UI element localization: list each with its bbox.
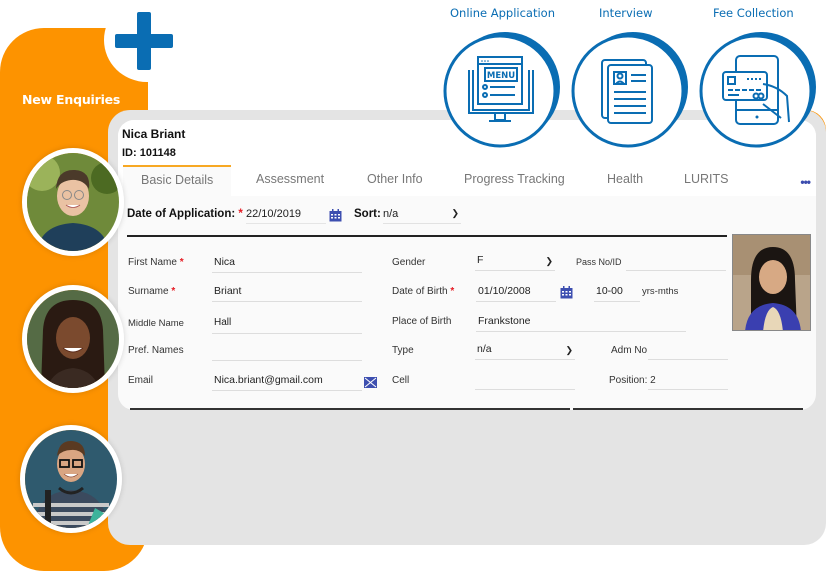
student-form-card: Nica Briant ID: 101148 Basic Details Ass… xyxy=(118,120,816,410)
avatar-student-2-image xyxy=(27,290,119,388)
date-of-birth-label: Date of Birth * xyxy=(392,286,455,297)
student-id: ID: 101148 xyxy=(122,147,176,159)
type-select[interactable]: n/a ❯ xyxy=(475,342,575,360)
pref-names-input[interactable] xyxy=(212,343,362,361)
tab-basic-details[interactable]: Basic Details xyxy=(123,165,232,196)
interview-label: Interview xyxy=(599,6,653,20)
required-mark: * xyxy=(238,208,243,220)
chevron-down-icon: ❯ xyxy=(451,208,459,218)
place-of-birth-input[interactable]: Frankstone xyxy=(476,314,686,332)
place-of-birth-label: Place of Birth xyxy=(392,316,452,327)
email-label: Email xyxy=(128,375,154,386)
pref-names-label: Pref. Names xyxy=(128,345,184,356)
header-divider xyxy=(127,235,727,237)
tab-bar: Basic Details Assessment Other Info Prog… xyxy=(123,165,816,196)
first-name-label: First Name * xyxy=(128,257,184,268)
sort-label: Sort: xyxy=(354,208,381,220)
sort-select[interactable]: n/a ❯ xyxy=(383,208,461,224)
online-application-label: Online Application xyxy=(450,6,556,20)
date-of-application-label: Date of Application: * xyxy=(127,208,243,220)
form-bottom-border xyxy=(573,408,803,410)
tab-assessment[interactable]: Assessment xyxy=(256,165,324,196)
middle-name-label: Middle Name xyxy=(128,318,184,329)
age-unit-label: yrs-mths xyxy=(642,286,679,297)
gender-select[interactable]: F ❯ xyxy=(475,253,555,271)
surname-input[interactable]: Briant xyxy=(212,284,362,302)
pass-no-label: Pass No/ID xyxy=(576,257,622,267)
chevron-down-icon: ❯ xyxy=(545,256,553,266)
middle-name-input[interactable]: Hall xyxy=(212,316,362,334)
student-photo-image xyxy=(733,235,810,330)
surname-label: Surname * xyxy=(128,286,176,297)
student-name: Nica Briant xyxy=(122,127,186,141)
profile-document-icon[interactable] xyxy=(571,30,689,148)
student-photo[interactable] xyxy=(732,234,811,331)
form-bottom-border xyxy=(130,408,570,410)
gender-label: Gender xyxy=(392,257,426,268)
email-input[interactable]: Nica.briant@gmail.com xyxy=(212,373,362,391)
cell-label: Cell xyxy=(392,375,410,386)
pass-no-input[interactable] xyxy=(626,253,726,271)
tab-progress-tracking[interactable]: Progress Tracking xyxy=(464,165,565,196)
svg-text:MENU: MENU xyxy=(487,71,515,81)
plus-icon[interactable] xyxy=(115,12,175,72)
cell-input[interactable] xyxy=(475,372,575,390)
avatar-student-2[interactable] xyxy=(22,285,124,393)
tab-other-info[interactable]: Other Info xyxy=(367,165,423,196)
card-payment-icon[interactable] xyxy=(699,30,817,148)
new-enquiries-title: New Enquiries xyxy=(22,92,121,107)
type-label: Type xyxy=(392,345,414,356)
adm-no-label: Adm No xyxy=(611,345,648,356)
date-of-birth-input[interactable]: 01/10/2008 xyxy=(476,284,556,302)
tab-lurits[interactable]: LURITS xyxy=(684,165,728,196)
mail-icon[interactable] xyxy=(364,377,377,388)
first-name-input[interactable]: Nica xyxy=(212,255,362,273)
calendar-icon[interactable] xyxy=(560,286,573,299)
date-of-application-input[interactable]: 22/10/2019 xyxy=(246,208,326,224)
calendar-icon[interactable] xyxy=(329,209,342,222)
more-tabs-icon[interactable]: ••• xyxy=(800,175,811,189)
avatar-student-3[interactable] xyxy=(20,425,122,533)
chevron-down-icon: ❯ xyxy=(565,345,573,355)
position-input[interactable] xyxy=(648,372,728,390)
tab-health[interactable]: Health xyxy=(607,165,643,196)
menu-screen-icon[interactable]: MENU xyxy=(443,30,561,148)
age-input[interactable]: 10-00 xyxy=(594,284,640,302)
adm-no-input[interactable] xyxy=(648,342,728,360)
avatar-student-1[interactable] xyxy=(22,148,124,256)
avatar-student-1-image xyxy=(27,153,119,251)
avatar-student-3-image xyxy=(25,430,117,528)
fee-collection-label: Fee Collection xyxy=(713,6,794,20)
